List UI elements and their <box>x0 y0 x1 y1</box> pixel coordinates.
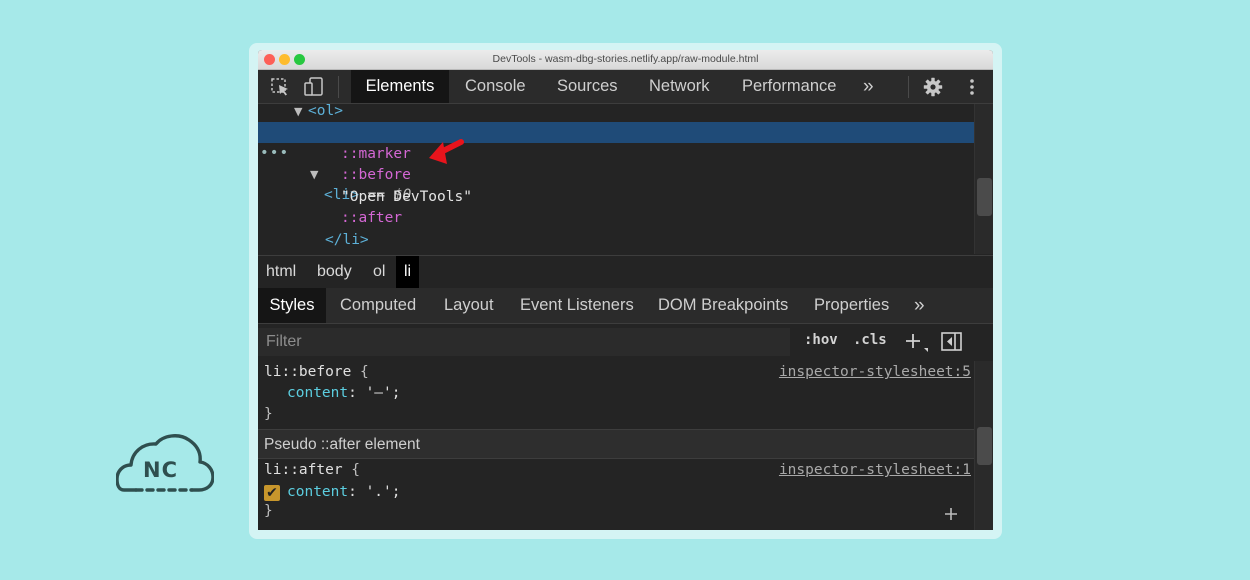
tab-sources[interactable]: Sources <box>557 70 618 103</box>
more-subtabs-button[interactable]: » <box>914 288 925 323</box>
tab-network[interactable]: Network <box>649 70 710 103</box>
window-title: DevTools - wasm-dbg-stories.netlify.app/… <box>492 53 759 65</box>
rule-before-selector[interactable]: li::before { <box>264 362 369 383</box>
styles-filter-bar: :hov .cls <box>258 324 975 360</box>
add-declaration-icon[interactable] <box>944 507 958 521</box>
cls-button[interactable]: .cls <box>853 332 887 348</box>
tab-event-listeners[interactable]: Event Listeners <box>520 288 634 323</box>
dom-node-after[interactable]: ::after <box>258 208 975 229</box>
breadcrumb-ol[interactable]: ol <box>365 256 393 288</box>
nc-logo: NC <box>116 432 214 494</box>
devtools-toolbar: Elements Console Sources Network Perform… <box>258 70 993 104</box>
tab-layout[interactable]: Layout <box>444 288 494 323</box>
tab-elements[interactable]: Elements <box>351 70 449 103</box>
elements-scroll-thumb[interactable] <box>977 178 992 216</box>
dom-node-marker[interactable]: ::marker <box>258 144 975 165</box>
dom-node-li-close[interactable]: </li> <box>258 230 975 251</box>
tab-performance[interactable]: Performance <box>742 70 836 103</box>
tab-styles[interactable]: Styles <box>258 288 326 323</box>
tab-computed[interactable]: Computed <box>340 288 416 323</box>
tab-properties[interactable]: Properties <box>814 288 889 323</box>
dom-node-before[interactable]: ::before <box>258 165 975 186</box>
rule-before-close-brace: } <box>264 406 273 422</box>
hov-button[interactable]: :hov <box>804 332 838 348</box>
rule-after-source-link[interactable]: inspector-stylesheet:1 <box>779 460 971 481</box>
logo-text: NC <box>143 458 178 482</box>
toggle-sidebar-icon[interactable] <box>941 332 963 352</box>
kebab-menu-icon[interactable] <box>962 77 982 97</box>
elements-tree: ▼ <ol> ••• ▼ <li> == $0 ::marker ::before… <box>258 101 975 254</box>
rule-after-close-brace: } <box>264 503 273 519</box>
pseudo-element-section-header: Pseudo ::after element <box>258 429 975 459</box>
new-style-rule-icon[interactable] <box>905 332 929 354</box>
dom-node-ol[interactable]: ▼ <ol> <box>258 101 975 122</box>
devtools-window: DevTools - wasm-dbg-stories.netlify.app/… <box>258 50 993 530</box>
styles-scroll-thumb[interactable] <box>977 427 992 465</box>
breadcrumb-html[interactable]: html <box>258 256 304 288</box>
elements-scrollbar[interactable] <box>974 104 993 254</box>
tab-console[interactable]: Console <box>465 70 526 103</box>
more-tabs-button[interactable]: » <box>863 70 874 103</box>
breadcrumb-body[interactable]: body <box>309 256 360 288</box>
red-arrow-icon <box>429 139 464 164</box>
title-bar: DevTools - wasm-dbg-stories.netlify.app/… <box>258 50 993 70</box>
inspect-element-icon[interactable] <box>270 77 290 97</box>
filter-input[interactable] <box>258 328 790 356</box>
styles-rules-pane: li::before { inspector-stylesheet:5 cont… <box>258 361 975 530</box>
styles-subtabs: Styles Computed Layout Event Listeners D… <box>258 288 993 324</box>
ol-open-tag: <ol> <box>308 103 343 119</box>
breadcrumb: html body ol li <box>258 255 993 289</box>
gear-icon[interactable] <box>923 77 943 97</box>
rule-after-selector[interactable]: li::after { <box>264 460 360 481</box>
declaration-checkbox[interactable]: ✔ <box>264 485 280 501</box>
dom-node-li-selected[interactable]: ••• ▼ <li> == $0 <box>258 122 975 203</box>
styles-scrollbar[interactable] <box>974 361 993 530</box>
rule-before-declaration[interactable]: content: '–'; <box>287 383 401 404</box>
rule-before-source-link[interactable]: inspector-stylesheet:5 <box>779 362 971 383</box>
breadcrumb-li[interactable]: li <box>396 256 420 288</box>
toolbar-separator <box>908 76 909 98</box>
rule-after-declaration[interactable]: content: '.'; <box>287 482 401 503</box>
tab-dom-breakpoints[interactable]: DOM Breakpoints <box>658 288 788 323</box>
device-toolbar-icon[interactable] <box>304 77 324 97</box>
toolbar-separator <box>338 76 339 98</box>
dom-text-node[interactable]: "Open DevTools" <box>258 187 975 208</box>
